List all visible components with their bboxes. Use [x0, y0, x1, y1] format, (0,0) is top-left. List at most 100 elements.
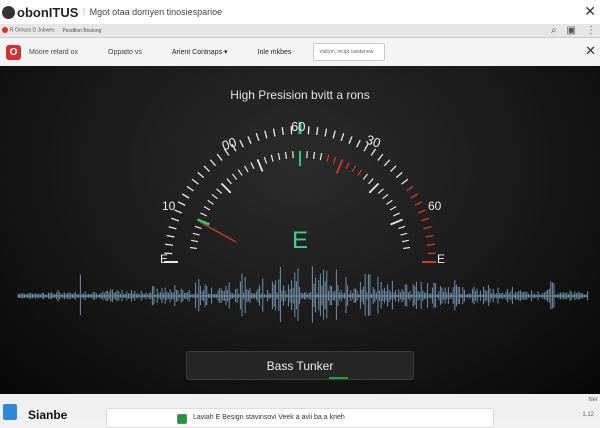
gauge-tick	[256, 133, 259, 141]
divider: ⁝	[82, 7, 85, 18]
gauge-tick	[384, 160, 389, 166]
gauge-tick	[391, 220, 403, 225]
search-icon[interactable]: ⌕	[551, 25, 557, 36]
gauge-tick	[411, 194, 418, 198]
nav-bar: O Moore relard ox Oppatto vs Arient Cont…	[0, 38, 600, 66]
gauge-tick	[195, 226, 202, 228]
menu-icon[interactable]: ⋮	[586, 25, 596, 36]
gauge-tick	[167, 235, 175, 237]
search-input[interactable]: Vattym, incipt candenew	[313, 43, 385, 61]
gauge-tick	[210, 160, 215, 166]
gauge-tick	[227, 179, 232, 184]
active-indicator	[329, 377, 348, 379]
waveform	[18, 266, 588, 322]
label-left: 10	[162, 199, 176, 213]
gauge-tick	[400, 233, 407, 235]
label-right: 60	[428, 199, 442, 213]
gauge-tick	[217, 189, 222, 194]
gauge-tick	[371, 149, 375, 156]
gauge-tick	[391, 166, 397, 172]
detected-note: E	[292, 227, 308, 254]
gauge-tick	[383, 194, 389, 198]
gauge-tick	[378, 154, 383, 160]
gauge-tick	[403, 248, 410, 249]
gauge-tick	[204, 207, 210, 211]
gauge-tick	[265, 131, 267, 139]
gauge-tick	[393, 213, 399, 216]
app-icon[interactable]	[3, 404, 17, 420]
gauge-tick	[171, 218, 179, 221]
checkbox[interactable]	[177, 414, 187, 424]
gauge-tick	[251, 162, 254, 168]
gauge-tick	[200, 213, 206, 216]
nav-item-1[interactable]: Moore relard ox	[29, 49, 78, 56]
gauge-tick	[369, 179, 374, 184]
nav-item-3[interactable]: Arient Contnaps ▾	[172, 48, 228, 56]
gauge-tick	[402, 240, 409, 241]
bass-tuner-button[interactable]: Bass Tunker	[186, 351, 414, 380]
gauge-tick	[352, 166, 356, 172]
nav-item-4[interactable]: Inle mkbes	[258, 49, 292, 56]
title-bar: obonITUS ⁝ Mgot otaa domyen tinosiespari…	[0, 0, 600, 24]
gauge-tick	[426, 235, 434, 237]
gauge-tick	[320, 153, 321, 160]
gauge-tick	[271, 155, 273, 162]
gauge-tick	[212, 194, 218, 198]
gauge-tick	[198, 172, 204, 177]
label-right-end: E	[437, 252, 445, 266]
bookmark-1[interactable]: R Orouss D Jobwes	[2, 27, 54, 33]
gauge-tick	[240, 140, 244, 147]
gauge-tick	[396, 172, 402, 177]
gauge-tick	[204, 166, 210, 172]
notification-card[interactable]: Laviah E Besign stavinsovi Veek a avii b…	[106, 408, 494, 428]
gauge-tick	[418, 210, 425, 213]
label-top: 60	[291, 119, 305, 134]
gauge-tick	[357, 140, 361, 147]
gauge-tick	[317, 127, 318, 135]
gauge-tick	[238, 170, 242, 176]
bookmarks-bar: R Orouss D Jobwes Pecdtion Bnsiong ⌕ ▣ ⋮	[0, 24, 600, 38]
gauge-tick	[273, 129, 275, 137]
nav-item-2[interactable]: Oppatto vs	[108, 49, 142, 56]
window-subtitle: Mgot otaa domyen tinosiesparioe	[90, 7, 223, 17]
footer: Sianbe Laviah E Besign stavinsovi Veek a…	[0, 394, 600, 420]
label-left-end: E	[160, 252, 168, 266]
gauge-tick	[278, 153, 279, 160]
gauge-tick	[187, 186, 194, 190]
extension-icon[interactable]: ▣	[567, 25, 576, 36]
label-upper-right: 30	[364, 132, 383, 151]
close-icon[interactable]: ✕	[585, 43, 596, 59]
gauge-tick	[222, 184, 231, 193]
gauge-tick	[182, 194, 189, 198]
gauge-tick	[398, 226, 405, 228]
app-icon[interactable]: O	[6, 45, 21, 60]
gauge-tick	[314, 152, 315, 159]
gauge-tick	[193, 233, 200, 235]
chevron-down-icon: ▾	[224, 49, 228, 56]
gauge-tick	[232, 174, 236, 180]
gauge-tick	[406, 186, 413, 190]
gauge-tick	[402, 179, 408, 184]
gauge-tick	[341, 133, 344, 141]
gauge-tick	[245, 166, 249, 172]
gauge-tick	[190, 248, 197, 249]
gauge-tick	[421, 218, 429, 221]
gauge-tick	[358, 170, 362, 176]
gauge-tick	[415, 202, 422, 206]
gauge-tick	[424, 227, 432, 229]
gauge-tick	[390, 207, 396, 211]
gauge-tick	[378, 189, 383, 194]
gauge-tick	[327, 155, 329, 162]
bookmark-2[interactable]: Pecdtion Bnsiong	[62, 28, 101, 34]
gauge-tick	[264, 157, 266, 164]
gauge-tick	[191, 240, 198, 241]
gauge-tick	[217, 154, 222, 160]
gauge-tick	[337, 159, 343, 173]
gauge-tick	[192, 179, 198, 184]
close-icon[interactable]: ✕	[584, 3, 596, 20]
record-icon	[2, 27, 8, 33]
gauge-tick	[282, 127, 283, 135]
gauge-tick	[349, 136, 352, 143]
gauge-tick	[363, 174, 367, 180]
gauge-tick	[427, 244, 435, 245]
